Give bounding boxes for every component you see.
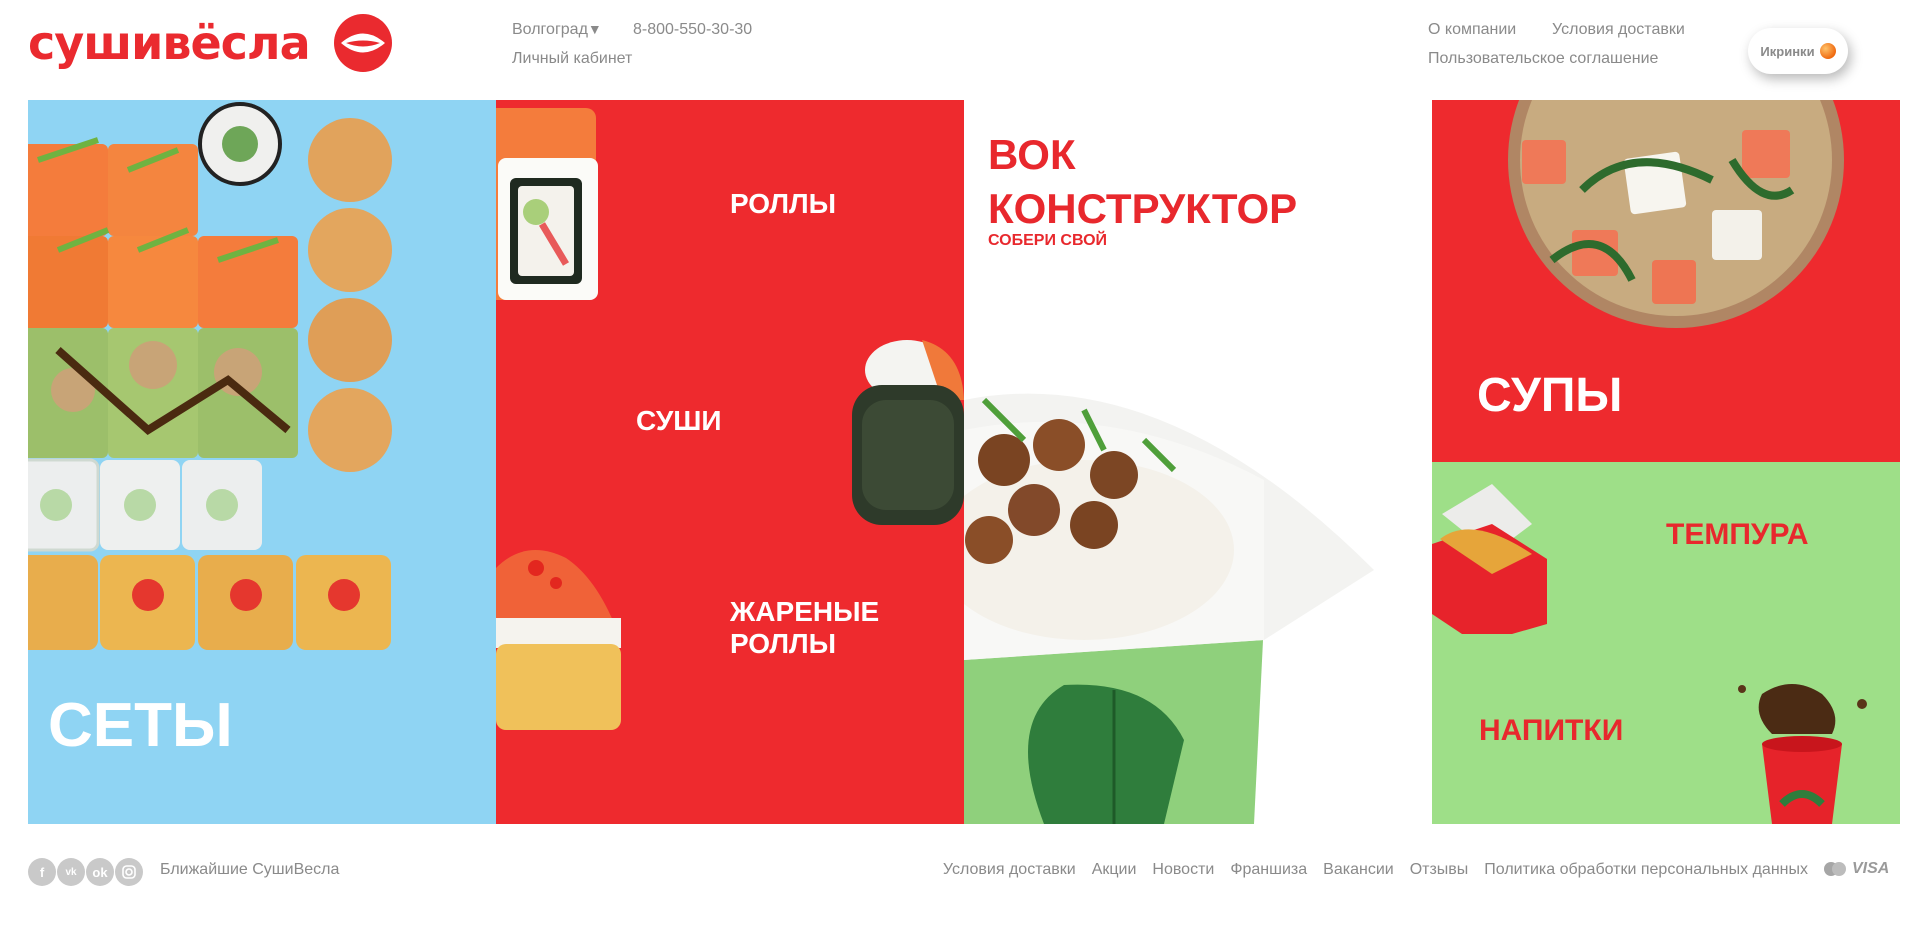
drink-cup-image bbox=[1738, 684, 1867, 824]
wok-title: ВОК КОНСТРУКТОР bbox=[988, 128, 1297, 236]
wok-title-line2: КОНСТРУКТОР bbox=[988, 185, 1298, 232]
category-tempura-drinks: ТЕМПУРА НАПИТКИ bbox=[1432, 462, 1900, 824]
site-header: сушивёсла Волгоград▼ 8-800-550-30-30 Лич… bbox=[0, 0, 1919, 100]
fried-roll-image bbox=[496, 550, 621, 730]
social-links: f vk ok bbox=[28, 858, 143, 886]
logo-paddle-icon bbox=[333, 14, 392, 72]
payment-logos: VISA bbox=[1822, 860, 1889, 878]
city-selector[interactable]: Волгоград▼ bbox=[512, 21, 602, 39]
footer-link-franchise[interactable]: Франшиза bbox=[1230, 861, 1307, 879]
odnoklassniki-icon[interactable]: ok bbox=[86, 858, 114, 886]
footer-link-privacy[interactable]: Политика обработки персональных данных bbox=[1484, 861, 1808, 879]
city-name: Волгоград bbox=[512, 21, 588, 38]
wok-title-line1: ВОК bbox=[988, 131, 1076, 178]
account-link[interactable]: Личный кабинет bbox=[512, 50, 632, 68]
footer-link-delivery[interactable]: Условия доставки bbox=[943, 861, 1076, 879]
tempura-link[interactable]: ТЕМПУРА bbox=[1666, 518, 1809, 552]
footer-link-reviews[interactable]: Отзывы bbox=[1410, 861, 1469, 879]
wok-subtitle: СОБЕРИ СВОЙ bbox=[988, 232, 1108, 249]
mastercard-icon bbox=[1824, 862, 1846, 876]
fried-rolls-link[interactable]: ЖАРЕНЫЕ РОЛЛЫ bbox=[730, 596, 879, 660]
nearest-restaurants-link[interactable]: Ближайшие СушиВесла bbox=[160, 861, 339, 879]
phone-link[interactable]: 8-800-550-30-30 bbox=[633, 21, 752, 39]
soups-title: СУПЫ bbox=[1477, 369, 1623, 422]
sets-title: СЕТЫ bbox=[48, 691, 233, 760]
instagram-icon[interactable] bbox=[115, 858, 143, 886]
footer-nav: Условия доставки Акции Новости Франшиза … bbox=[943, 861, 1808, 879]
ikrinki-button[interactable]: Икринки bbox=[1748, 28, 1848, 74]
drinks-link[interactable]: НАПИТКИ bbox=[1479, 714, 1623, 748]
instagram-glyph bbox=[122, 865, 136, 879]
category-rolls-group: РОЛЛЫ СУШИ ЖАРЕНЫЕ РОЛЛЫ bbox=[496, 100, 964, 824]
fried-rolls-line1: ЖАРЕНЫЕ bbox=[730, 596, 880, 627]
delivery-terms-link[interactable]: Условия доставки bbox=[1552, 21, 1685, 39]
roll-image bbox=[496, 108, 598, 300]
rolls-link[interactable]: РОЛЛЫ bbox=[730, 188, 836, 220]
vk-icon[interactable]: vk bbox=[57, 858, 85, 886]
sushi-link[interactable]: СУШИ bbox=[636, 405, 722, 437]
chevron-down-icon: ▼ bbox=[587, 21, 602, 37]
user-agreement-link[interactable]: Пользовательское соглашение bbox=[1428, 50, 1658, 68]
logo[interactable]: сушивёсла bbox=[28, 14, 392, 72]
about-link[interactable]: О компании bbox=[1428, 21, 1516, 39]
footer-link-promos[interactable]: Акции bbox=[1092, 861, 1137, 879]
category-wok-constructor[interactable]: ВОК КОНСТРУКТОР СОБЕРИ СВОЙ bbox=[964, 100, 1432, 824]
site-footer: f vk ok Ближайшие СушиВесла Условия дост… bbox=[0, 850, 1919, 890]
roe-icon bbox=[1819, 43, 1836, 59]
facebook-icon[interactable]: f bbox=[28, 858, 56, 886]
tempura-box-image bbox=[1432, 484, 1547, 634]
fried-rolls-line2: РОЛЛЫ bbox=[730, 628, 837, 659]
visa-icon: VISA bbox=[1852, 860, 1890, 877]
category-sets[interactable]: СЕТЫ bbox=[28, 100, 496, 824]
footer-link-news[interactable]: Новости bbox=[1152, 861, 1214, 879]
category-soups[interactable]: СУПЫ bbox=[1432, 100, 1900, 462]
gunkan-image bbox=[852, 340, 964, 525]
logo-text: сушивёсла bbox=[28, 16, 311, 70]
footer-link-vacancies[interactable]: Вакансии bbox=[1323, 861, 1394, 879]
ikrinki-label: Икринки bbox=[1760, 43, 1815, 59]
